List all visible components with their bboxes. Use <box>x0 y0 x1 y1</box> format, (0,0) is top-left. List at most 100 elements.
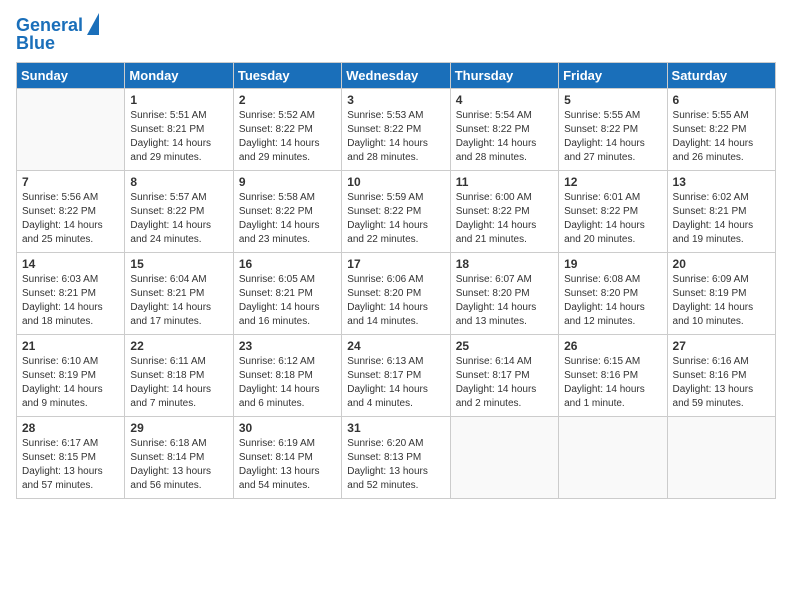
calendar-cell: 2 Sunrise: 5:52 AM Sunset: 8:22 PM Daylig… <box>233 88 341 170</box>
calendar-week-row: 14 Sunrise: 6:03 AM Sunset: 8:21 PM Dayli… <box>17 252 776 334</box>
calendar-cell: 16Sunrise: 6:05 AM Sunset: 8:21 PM Dayli… <box>233 252 341 334</box>
day-of-week-header: Thursday <box>450 62 558 88</box>
day-info: Sunrise: 5:51 AM Sunset: 8:21 PM Dayligh… <box>130 109 227 165</box>
day-info: Sunrise: 5:52 AM Sunset: 8:22 PM Dayligh… <box>239 109 336 165</box>
day-number: 18 <box>456 257 553 271</box>
day-info: Sunrise: 5:57 AM Sunset: 8:22 PM Dayligh… <box>130 191 227 247</box>
calendar-cell: 6 Sunrise: 5:55 AM Sunset: 8:22 PM Daylig… <box>667 88 775 170</box>
day-info: Sunrise: 6:17 AM Sunset: 8:15 PM Dayligh… <box>22 437 119 493</box>
calendar-cell <box>667 416 775 498</box>
day-number: 26 <box>564 339 661 353</box>
calendar-table: SundayMondayTuesdayWednesdayThursdayFrid… <box>16 62 776 499</box>
day-number: 28 <box>22 421 119 435</box>
day-number: 10 <box>347 175 444 189</box>
calendar-cell: 26 Sunrise: 6:15 AM Sunset: 8:16 PM Dayli… <box>559 334 667 416</box>
calendar-cell: 25 Sunrise: 6:14 AM Sunset: 8:17 PM Dayli… <box>450 334 558 416</box>
calendar-cell: 24 Sunrise: 6:13 AM Sunset: 8:17 PM Dayli… <box>342 334 450 416</box>
day-number: 1 <box>130 93 227 107</box>
day-number: 4 <box>456 93 553 107</box>
day-info: Sunrise: 6:08 AM Sunset: 8:20 PM Dayligh… <box>564 273 661 329</box>
day-info: Sunrise: 6:16 AM Sunset: 8:16 PM Dayligh… <box>673 355 770 411</box>
day-info: Sunrise: 5:55 AM Sunset: 8:22 PM Dayligh… <box>673 109 770 165</box>
day-number: 11 <box>456 175 553 189</box>
day-info: Sunrise: 6:06 AM Sunset: 8:20 PM Dayligh… <box>347 273 444 329</box>
calendar-cell: 17 Sunrise: 6:06 AM Sunset: 8:20 PM Dayli… <box>342 252 450 334</box>
day-info: Sunrise: 5:58 AM Sunset: 8:22 PM Dayligh… <box>239 191 336 247</box>
calendar-cell <box>450 416 558 498</box>
day-of-week-header: Wednesday <box>342 62 450 88</box>
calendar-cell: 30 Sunrise: 6:19 AM Sunset: 8:14 PM Dayli… <box>233 416 341 498</box>
day-number: 7 <box>22 175 119 189</box>
day-number: 24 <box>347 339 444 353</box>
day-number: 6 <box>673 93 770 107</box>
day-of-week-header: Tuesday <box>233 62 341 88</box>
day-info: Sunrise: 6:18 AM Sunset: 8:14 PM Dayligh… <box>130 437 227 493</box>
day-number: 22 <box>130 339 227 353</box>
calendar-cell: 5 Sunrise: 5:55 AM Sunset: 8:22 PM Daylig… <box>559 88 667 170</box>
day-number: 17 <box>347 257 444 271</box>
calendar-cell <box>17 88 125 170</box>
calendar-cell: 12Sunrise: 6:01 AM Sunset: 8:22 PM Dayli… <box>559 170 667 252</box>
day-of-week-header: Monday <box>125 62 233 88</box>
calendar-cell: 22 Sunrise: 6:11 AM Sunset: 8:18 PM Dayli… <box>125 334 233 416</box>
calendar-cell: 31Sunrise: 6:20 AM Sunset: 8:13 PM Dayli… <box>342 416 450 498</box>
day-number: 25 <box>456 339 553 353</box>
day-info: Sunrise: 6:13 AM Sunset: 8:17 PM Dayligh… <box>347 355 444 411</box>
day-number: 30 <box>239 421 336 435</box>
calendar-cell <box>559 416 667 498</box>
day-of-week-header: Saturday <box>667 62 775 88</box>
day-number: 31 <box>347 421 444 435</box>
calendar-week-row: 7Sunrise: 5:56 AM Sunset: 8:22 PM Daylig… <box>17 170 776 252</box>
day-info: Sunrise: 6:01 AM Sunset: 8:22 PM Dayligh… <box>564 191 661 247</box>
day-info: Sunrise: 6:05 AM Sunset: 8:21 PM Dayligh… <box>239 273 336 329</box>
day-info: Sunrise: 5:53 AM Sunset: 8:22 PM Dayligh… <box>347 109 444 165</box>
calendar-cell: 27 Sunrise: 6:16 AM Sunset: 8:16 PM Dayli… <box>667 334 775 416</box>
day-number: 2 <box>239 93 336 107</box>
day-number: 13 <box>673 175 770 189</box>
calendar-header-row: SundayMondayTuesdayWednesdayThursdayFrid… <box>17 62 776 88</box>
day-info: Sunrise: 6:10 AM Sunset: 8:19 PM Dayligh… <box>22 355 119 411</box>
day-number: 14 <box>22 257 119 271</box>
calendar-cell: 28 Sunrise: 6:17 AM Sunset: 8:15 PM Dayli… <box>17 416 125 498</box>
calendar-cell: 9Sunrise: 5:58 AM Sunset: 8:22 PM Daylig… <box>233 170 341 252</box>
calendar-week-row: 1 Sunrise: 5:51 AM Sunset: 8:21 PM Daylig… <box>17 88 776 170</box>
day-info: Sunrise: 6:00 AM Sunset: 8:22 PM Dayligh… <box>456 191 553 247</box>
calendar-cell: 8 Sunrise: 5:57 AM Sunset: 8:22 PM Daylig… <box>125 170 233 252</box>
day-number: 15 <box>130 257 227 271</box>
day-number: 20 <box>673 257 770 271</box>
calendar-cell: 14 Sunrise: 6:03 AM Sunset: 8:21 PM Dayli… <box>17 252 125 334</box>
calendar-cell: 1 Sunrise: 5:51 AM Sunset: 8:21 PM Daylig… <box>125 88 233 170</box>
calendar-cell: 4Sunrise: 5:54 AM Sunset: 8:22 PM Daylig… <box>450 88 558 170</box>
calendar-week-row: 28 Sunrise: 6:17 AM Sunset: 8:15 PM Dayli… <box>17 416 776 498</box>
day-info: Sunrise: 6:14 AM Sunset: 8:17 PM Dayligh… <box>456 355 553 411</box>
day-info: Sunrise: 5:59 AM Sunset: 8:22 PM Dayligh… <box>347 191 444 247</box>
calendar-cell: 3 Sunrise: 5:53 AM Sunset: 8:22 PM Daylig… <box>342 88 450 170</box>
day-info: Sunrise: 6:19 AM Sunset: 8:14 PM Dayligh… <box>239 437 336 493</box>
calendar-cell: 13 Sunrise: 6:02 AM Sunset: 8:21 PM Dayli… <box>667 170 775 252</box>
calendar-cell: 15 Sunrise: 6:04 AM Sunset: 8:21 PM Dayli… <box>125 252 233 334</box>
calendar-body: 1 Sunrise: 5:51 AM Sunset: 8:21 PM Daylig… <box>17 88 776 498</box>
day-info: Sunrise: 5:55 AM Sunset: 8:22 PM Dayligh… <box>564 109 661 165</box>
logo-triangle-icon <box>87 13 99 35</box>
day-info: Sunrise: 6:09 AM Sunset: 8:19 PM Dayligh… <box>673 273 770 329</box>
calendar-cell: 7Sunrise: 5:56 AM Sunset: 8:22 PM Daylig… <box>17 170 125 252</box>
day-number: 5 <box>564 93 661 107</box>
day-info: Sunrise: 6:03 AM Sunset: 8:21 PM Dayligh… <box>22 273 119 329</box>
logo: General Blue <box>16 16 99 54</box>
day-number: 8 <box>130 175 227 189</box>
day-number: 19 <box>564 257 661 271</box>
day-info: Sunrise: 6:04 AM Sunset: 8:21 PM Dayligh… <box>130 273 227 329</box>
day-info: Sunrise: 6:15 AM Sunset: 8:16 PM Dayligh… <box>564 355 661 411</box>
day-number: 29 <box>130 421 227 435</box>
calendar-cell: 23Sunrise: 6:12 AM Sunset: 8:18 PM Dayli… <box>233 334 341 416</box>
calendar-cell: 11 Sunrise: 6:00 AM Sunset: 8:22 PM Dayli… <box>450 170 558 252</box>
page-header: General Blue <box>16 16 776 54</box>
day-info: Sunrise: 6:11 AM Sunset: 8:18 PM Dayligh… <box>130 355 227 411</box>
calendar-cell: 21Sunrise: 6:10 AM Sunset: 8:19 PM Dayli… <box>17 334 125 416</box>
day-number: 27 <box>673 339 770 353</box>
day-info: Sunrise: 6:02 AM Sunset: 8:21 PM Dayligh… <box>673 191 770 247</box>
calendar-cell: 18Sunrise: 6:07 AM Sunset: 8:20 PM Dayli… <box>450 252 558 334</box>
calendar-cell: 20 Sunrise: 6:09 AM Sunset: 8:19 PM Dayli… <box>667 252 775 334</box>
day-of-week-header: Friday <box>559 62 667 88</box>
day-number: 3 <box>347 93 444 107</box>
